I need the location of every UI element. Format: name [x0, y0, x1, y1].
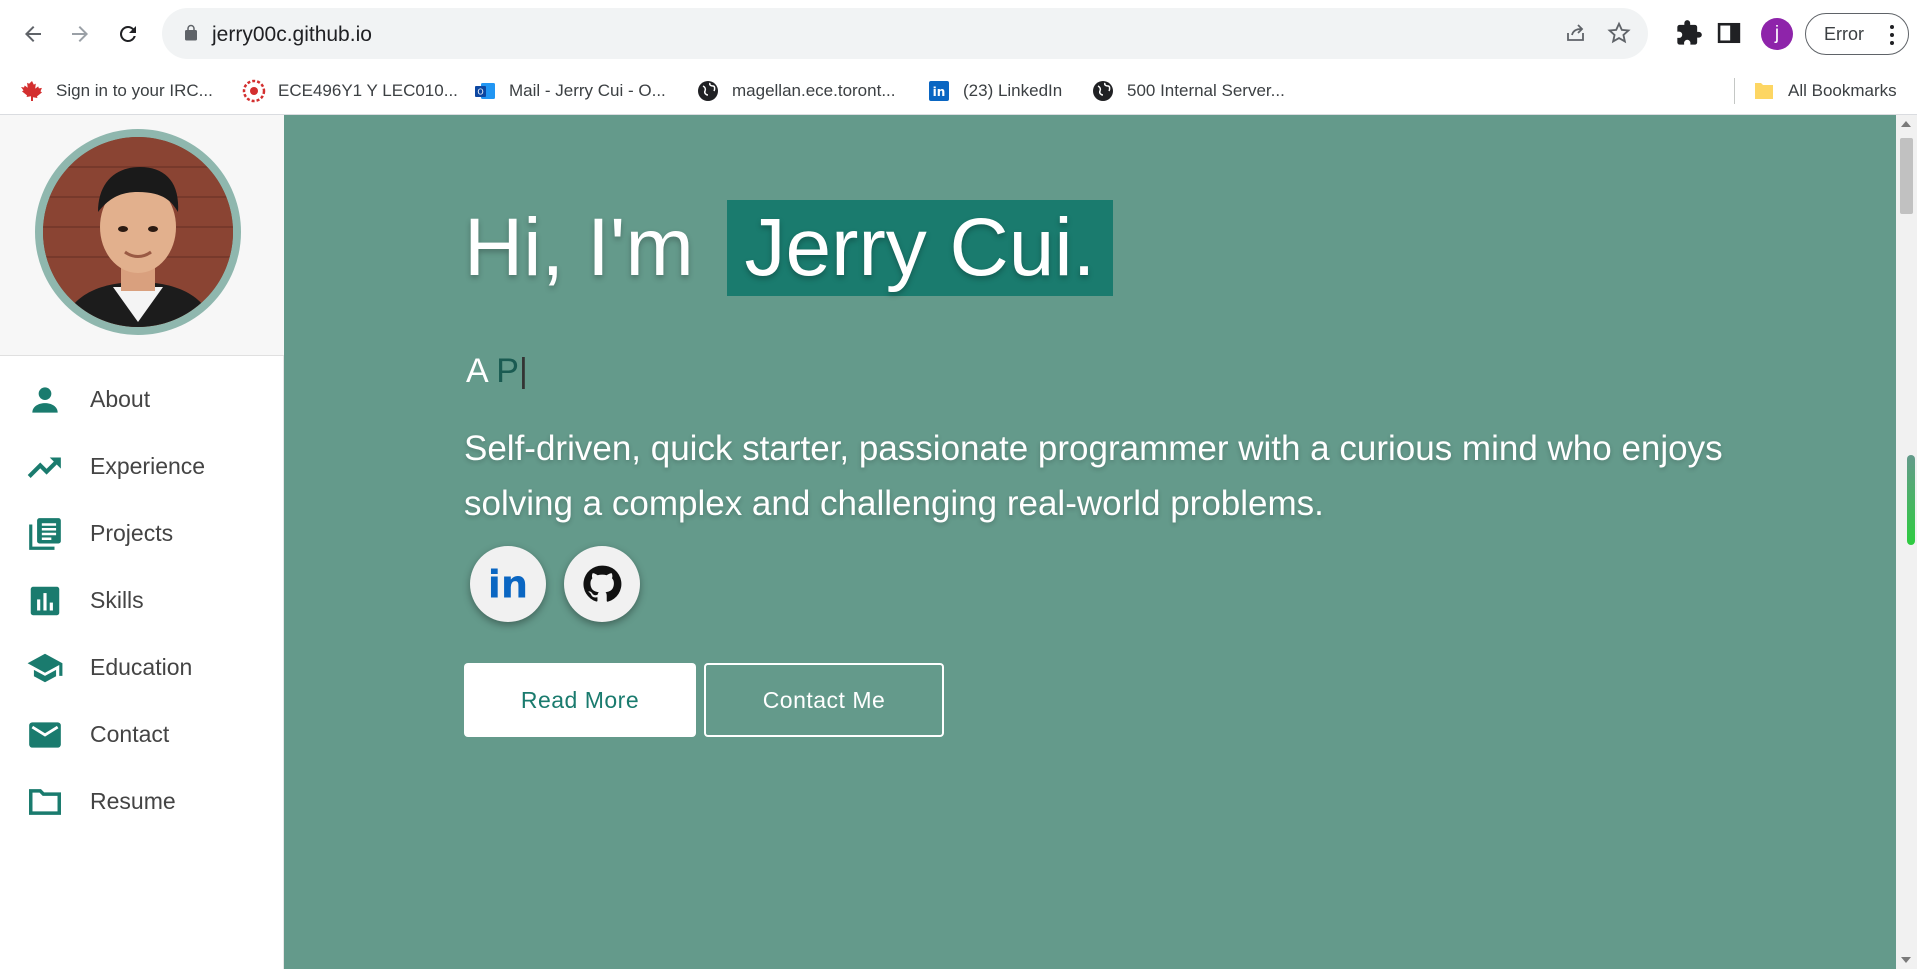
- bookmarks-bar: Sign in to your IRC... ECE496Y1 Y LEC010…: [0, 68, 1917, 114]
- star-icon[interactable]: [1606, 20, 1632, 46]
- scroll-thumb[interactable]: [1900, 138, 1913, 214]
- outlook-icon: O: [475, 83, 495, 99]
- scroll-progress-indicator: [1907, 455, 1915, 545]
- folder-icon: [25, 782, 65, 822]
- extensions-icon[interactable]: [1675, 19, 1703, 47]
- bookmark-label: (23) LinkedIn: [963, 81, 1063, 100]
- sidebar-item-label: About: [90, 386, 151, 412]
- sidebar-item-contact[interactable]: Contact: [0, 701, 284, 768]
- bio-text: Self-driven, quick starter, passionate p…: [464, 429, 1723, 523]
- profile-error-button[interactable]: Error: [1805, 13, 1909, 55]
- bookmark-item[interactable]: ECE496Y1 Y LEC010...: [242, 76, 458, 106]
- sidebar-item-experience[interactable]: Experience: [0, 433, 284, 500]
- read-more-button[interactable]: Read More: [464, 663, 696, 737]
- trending-up-icon: [25, 447, 65, 487]
- page-viewport: About Experience Projects Skills Educati…: [0, 115, 1917, 969]
- sidebar-item-label: Experience: [90, 453, 206, 479]
- sidebar-nav: About Experience Projects Skills Educati…: [0, 366, 284, 835]
- sidebar-item-label: Projects: [90, 520, 174, 546]
- bookmark-label: ECE496Y1 Y LEC010...: [278, 81, 458, 100]
- globe-icon: [698, 81, 718, 101]
- contact-me-button[interactable]: Contact Me: [704, 663, 944, 737]
- bookmark-item[interactable]: Sign in to your IRC...: [20, 76, 213, 106]
- greeting-prefix: Hi, I'm: [464, 202, 694, 293]
- scroll-up-arrow[interactable]: [1901, 121, 1911, 127]
- quercus-icon: [242, 79, 266, 103]
- sidebar-item-label: Resume: [90, 788, 176, 814]
- profile-photo: [35, 129, 241, 335]
- all-bookmarks-button[interactable]: All Bookmarks: [1752, 76, 1897, 106]
- scroll-down-arrow[interactable]: [1901, 957, 1911, 963]
- svg-text:O: O: [477, 88, 483, 97]
- address-bar[interactable]: jerry00c.github.io: [162, 8, 1648, 59]
- profile-avatar[interactable]: j: [1761, 18, 1793, 50]
- back-button[interactable]: [15, 16, 51, 52]
- sidebar-item-about[interactable]: About: [0, 366, 284, 433]
- name-highlight: Jerry Cui.: [726, 200, 1114, 296]
- lock-icon: [185, 24, 197, 41]
- forward-button[interactable]: [62, 16, 98, 52]
- page-scrollbar[interactable]: [1896, 115, 1917, 969]
- sidebar-item-skills[interactable]: Skills: [0, 567, 284, 634]
- github-button[interactable]: [564, 546, 640, 622]
- sidebar-item-label: Education: [90, 654, 193, 680]
- sidebar-item-resume[interactable]: Resume: [0, 768, 284, 835]
- folder-icon: [1755, 83, 1773, 99]
- greeting-heading: Hi, I'm Jerry Cui.: [464, 200, 1114, 296]
- hero-section: Hi, I'm Jerry Cui. A P| Self-driven, qui…: [284, 115, 1896, 969]
- typed-prefix: A: [466, 352, 487, 390]
- sidebar-item-label: Skills: [90, 587, 144, 613]
- bookmark-label: magellan.ece.toront...: [732, 81, 896, 100]
- linkedin-button[interactable]: in: [470, 546, 546, 622]
- sidebar: About Experience Projects Skills Educati…: [0, 115, 284, 969]
- github-icon: [583, 565, 622, 602]
- email-icon: [25, 715, 65, 755]
- side-panel-icon[interactable]: [1715, 19, 1743, 47]
- linkedin-icon: in: [488, 562, 528, 607]
- arrow-right-icon: [72, 26, 88, 42]
- library-books-icon: [25, 514, 65, 554]
- bookmark-label: 500 Internal Server...: [1127, 81, 1285, 100]
- all-bookmarks-label: All Bookmarks: [1788, 81, 1897, 100]
- maple-leaf-icon: [21, 81, 42, 101]
- typed-partial: P: [496, 352, 519, 390]
- svg-text:in: in: [933, 85, 946, 99]
- reload-button[interactable]: [110, 16, 146, 52]
- share-icon[interactable]: [1564, 21, 1588, 45]
- typed-text: A P|: [466, 352, 528, 391]
- error-label: Error: [1824, 24, 1864, 44]
- sidebar-item-education[interactable]: Education: [0, 634, 284, 701]
- school-icon: [25, 648, 65, 688]
- avatar-section: [0, 115, 284, 356]
- sidebar-item-projects[interactable]: Projects: [0, 500, 284, 567]
- sidebar-item-label: Contact: [90, 721, 170, 747]
- bookmark-item[interactable]: in (23) LinkedIn: [927, 76, 1062, 106]
- browser-toolbar: jerry00c.github.io j Error: [0, 0, 1917, 68]
- svg-text:in: in: [488, 562, 528, 607]
- bar-chart-icon: [25, 581, 65, 621]
- bookmarks-divider: [1734, 78, 1735, 104]
- browser-chrome: jerry00c.github.io j Error Sign in to yo…: [0, 0, 1917, 115]
- person-icon: [25, 380, 65, 420]
- linkedin-icon: in: [929, 81, 949, 101]
- bookmark-item[interactable]: magellan.ece.toront...: [696, 76, 895, 106]
- bookmark-label: Mail - Jerry Cui - O...: [509, 81, 666, 100]
- reload-icon: [120, 26, 136, 42]
- profile-initial: j: [1774, 23, 1780, 44]
- bookmark-item[interactable]: 500 Internal Server...: [1091, 76, 1285, 106]
- globe-icon: [1093, 81, 1113, 101]
- typed-cursor: |: [518, 352, 528, 390]
- arrow-left-icon: [25, 26, 41, 42]
- portrait-image: [43, 137, 233, 327]
- more-vert-icon[interactable]: [1890, 24, 1894, 46]
- bookmark-label: Sign in to your IRC...: [56, 81, 213, 100]
- bookmark-item[interactable]: O Mail - Jerry Cui - O...: [473, 76, 666, 106]
- url-text[interactable]: jerry00c.github.io: [212, 23, 372, 47]
